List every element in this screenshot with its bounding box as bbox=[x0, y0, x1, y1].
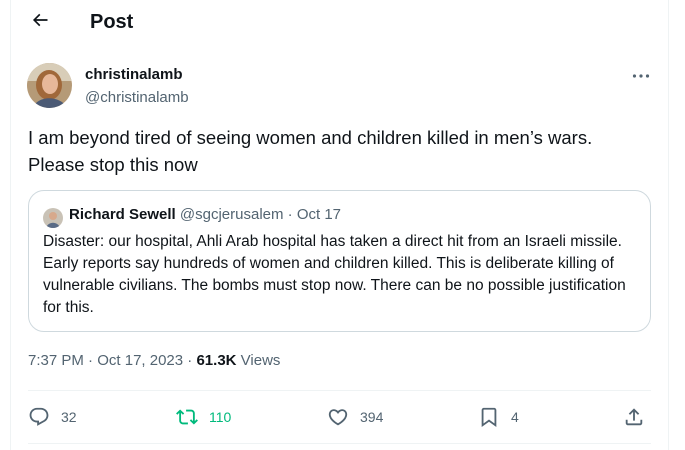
post-detail-column: Post christinalamb @christinalamb I am b… bbox=[10, 0, 669, 450]
tweet-text-line: Please stop this now bbox=[28, 154, 198, 175]
page-header: Post bbox=[11, 0, 668, 44]
author-display-name[interactable]: christinalamb bbox=[85, 66, 183, 83]
quoted-author-avatar bbox=[43, 208, 63, 228]
more-options-button[interactable] bbox=[631, 66, 651, 84]
heart-icon bbox=[327, 406, 349, 428]
author-handle[interactable]: @christinalamb bbox=[85, 89, 189, 106]
divider bbox=[28, 443, 651, 444]
reply-icon bbox=[28, 406, 50, 428]
back-button[interactable] bbox=[27, 9, 53, 35]
post-metadata: 7:37 PM · Oct 17, 2023 · 61.3K Views bbox=[28, 352, 280, 369]
repost-count: 110 bbox=[209, 409, 232, 425]
quoted-handle: @sgcjerusalem bbox=[179, 206, 284, 223]
post-date[interactable]: Oct 17, 2023 bbox=[97, 352, 183, 369]
post-time[interactable]: 7:37 PM bbox=[28, 352, 84, 369]
bookmark-icon bbox=[478, 406, 500, 428]
more-dots-icon bbox=[632, 66, 650, 84]
like-button[interactable]: 394 bbox=[327, 402, 383, 432]
tweet-text-line: I am beyond tired of seeing women and ch… bbox=[28, 127, 593, 148]
page-title: Post bbox=[90, 11, 134, 33]
quoted-header: Richard Sewell @sgcjerusalem · Oct 17 bbox=[69, 206, 341, 223]
share-button[interactable] bbox=[623, 402, 645, 432]
author-avatar[interactable] bbox=[27, 63, 72, 108]
repost-icon bbox=[176, 406, 198, 428]
views-count: 61.3K bbox=[196, 352, 237, 369]
reply-button[interactable]: 32 bbox=[28, 402, 77, 432]
action-bar: 32 110 394 4 bbox=[28, 402, 651, 432]
tweet-text: I am beyond tired of seeing women and ch… bbox=[28, 124, 653, 178]
views-label: Views bbox=[240, 352, 281, 369]
quoted-separator: · bbox=[287, 206, 293, 223]
bookmark-button[interactable]: 4 bbox=[478, 402, 519, 432]
quoted-tweet[interactable]: Richard Sewell @sgcjerusalem · Oct 17 Di… bbox=[28, 190, 651, 332]
share-icon bbox=[623, 406, 645, 428]
quoted-display-name: Richard Sewell bbox=[69, 206, 176, 223]
quoted-date: Oct 17 bbox=[296, 206, 342, 223]
like-count: 394 bbox=[360, 409, 384, 425]
meta-separator: · bbox=[88, 352, 94, 369]
arrow-left-icon bbox=[30, 10, 50, 35]
meta-separator: · bbox=[187, 352, 193, 369]
repost-button[interactable]: 110 bbox=[176, 402, 231, 432]
divider bbox=[28, 390, 651, 391]
quoted-text: Disaster: our hospital, Ahli Arab hospit… bbox=[43, 233, 626, 316]
bookmark-count: 4 bbox=[511, 409, 519, 425]
reply-count: 32 bbox=[61, 409, 77, 425]
